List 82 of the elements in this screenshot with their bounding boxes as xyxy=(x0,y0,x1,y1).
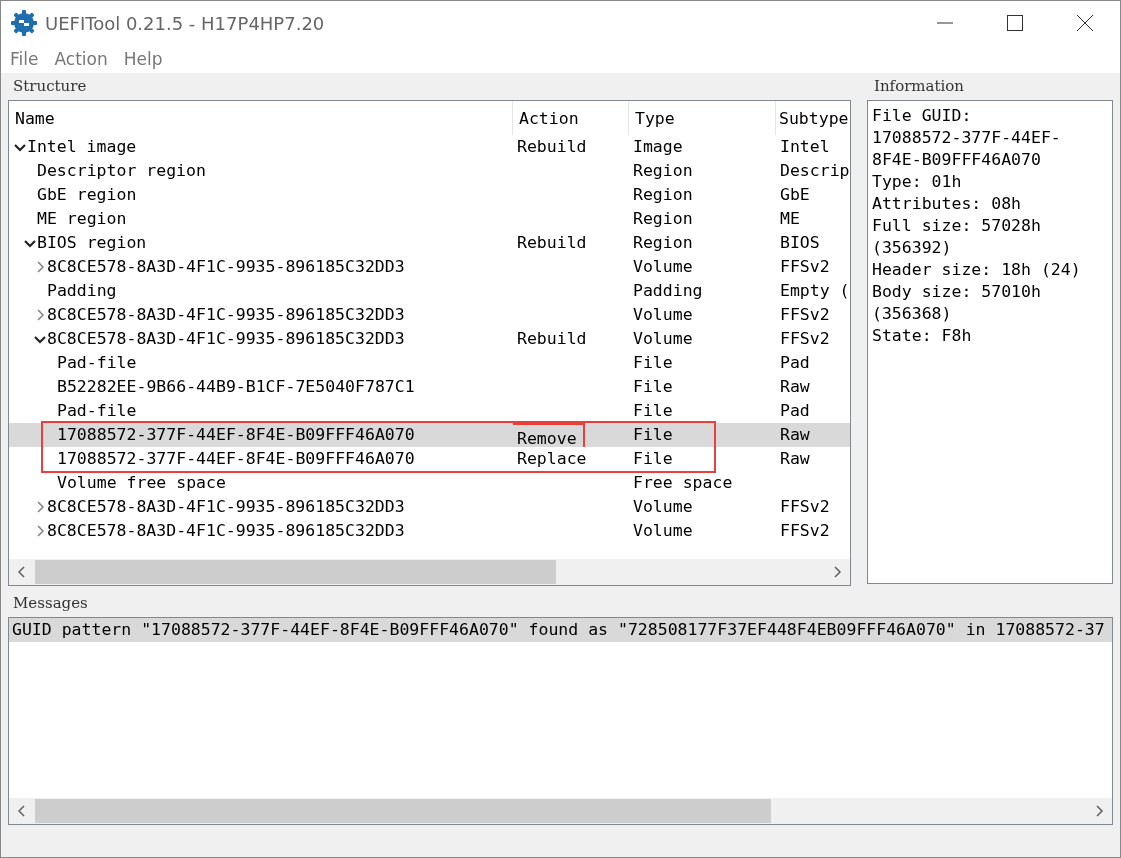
name-cell-text: 8C8CE578-8A3D-4F1C-9935-896185C32DD3 xyxy=(47,328,405,350)
subtype-cell-text: Descrip xyxy=(779,160,850,182)
structure-label: Structure xyxy=(12,77,88,95)
name-cell-text: 8C8CE578-8A3D-4F1C-9935-896185C32DD3 xyxy=(47,256,405,278)
info-text: Type: 01h xyxy=(872,171,963,193)
name-cell-text: 17088572-377F-44EF-8F4E-B09FFF46A070 xyxy=(57,424,415,446)
column-header[interactable]: Subtype xyxy=(776,101,850,135)
close-icon[interactable] xyxy=(1077,15,1093,31)
type-cell-text: Region xyxy=(632,208,694,230)
subtype-cell-text: FFSv2 xyxy=(779,256,831,278)
subtype-cell-text: FFSv2 xyxy=(779,304,831,326)
scrollbar-thumb[interactable] xyxy=(35,560,556,584)
information-label: Information xyxy=(873,77,966,95)
maximize-icon[interactable] xyxy=(1007,15,1023,31)
column-header[interactable]: Action xyxy=(513,101,629,135)
type-cell-text: Volume xyxy=(632,304,694,326)
name-cell-text: Volume free space xyxy=(57,472,226,494)
action-cell: Replace xyxy=(517,449,587,468)
info-text: 17088572-377F-44EF-8F4E-B09FFF46A070 xyxy=(872,127,1062,171)
type-cell-text: File xyxy=(632,424,674,446)
type-cell-text: Image xyxy=(632,136,684,158)
subtype-cell-text: BIOS xyxy=(779,232,821,254)
type-cell-text: Region xyxy=(632,184,694,206)
type-cell-text: File xyxy=(632,400,674,422)
name-cell-text: 8C8CE578-8A3D-4F1C-9935-896185C32DD3 xyxy=(47,304,405,326)
subtype-cell-text: FFSv2 xyxy=(779,496,831,518)
menu-item[interactable]: Help xyxy=(123,49,163,69)
type-cell-text: Volume xyxy=(632,256,694,278)
scrollbar-thumb[interactable] xyxy=(35,799,771,823)
action-cell: Rebuild xyxy=(517,137,587,156)
subtype-cell-text: Intel xyxy=(779,136,831,158)
name-cell-text: Padding xyxy=(47,280,117,302)
action-cell: Rebuild xyxy=(517,329,587,348)
type-cell-text: Free space xyxy=(632,472,734,494)
type-cell-text: Region xyxy=(632,232,694,254)
menu-item[interactable]: Action xyxy=(54,49,108,69)
gear-icon xyxy=(11,10,37,36)
message-row[interactable]: GUID pattern "17088572-377F-44EF-8F4E-B09FFF46A070" found as "728508177F37EF448F4EB09FFF46A070" in 17088572-37 xyxy=(9,618,1112,642)
info-text: Header size: 18h (24) xyxy=(872,259,1082,281)
name-cell-text: Pad-file xyxy=(57,400,137,422)
name-cell-text: BIOS region xyxy=(37,232,147,254)
name-cell-text: GbE region xyxy=(37,184,137,206)
type-cell-text: Region xyxy=(632,160,694,182)
type-cell-text: Volume xyxy=(632,520,694,542)
type-cell-text: Padding xyxy=(632,280,704,302)
messages-label: Messages xyxy=(12,594,89,612)
subtype-cell-text: ME xyxy=(779,208,801,230)
subtype-cell-text: Pad xyxy=(779,352,811,374)
info-text: Body size: 57010h (356368) xyxy=(872,281,1042,325)
subtype-cell-text: GbE xyxy=(779,184,811,206)
window-title: UEFITool 0.21.5 - H17P4HP7.20 xyxy=(45,12,326,34)
subtype-cell-text: Pad xyxy=(779,400,811,422)
column-header[interactable]: Type xyxy=(629,101,776,135)
info-text: State: F8h xyxy=(872,325,973,347)
type-cell-text: Volume xyxy=(632,496,694,518)
info-text: File GUID: xyxy=(872,105,973,127)
name-cell-text: ME region xyxy=(37,208,127,230)
name-cell-text: 8C8CE578-8A3D-4F1C-9935-896185C32DD3 xyxy=(47,520,405,542)
subtype-cell-text: FFSv2 xyxy=(779,328,831,350)
subtype-cell-text: Raw xyxy=(779,448,811,470)
name-cell-text: Descriptor region xyxy=(37,160,206,182)
info-text: Attributes: 08h xyxy=(872,193,1022,215)
type-cell-text: File xyxy=(632,376,674,398)
menu-item[interactable]: File xyxy=(10,49,39,69)
subtype-cell-text: Raw xyxy=(779,376,811,398)
subtype-cell-text: FFSv2 xyxy=(779,520,831,542)
name-cell-text: Intel image xyxy=(27,136,137,158)
name-cell-text: 8C8CE578-8A3D-4F1C-9935-896185C32DD3 xyxy=(47,496,405,518)
name-cell-text: B52282EE-9B66-44B9-B1CF-7E5040F787C1 xyxy=(57,376,415,398)
tree-row[interactable]: 17088572-377F-44EF-8F4E-B09FFF46A070 Replace File Raw xyxy=(9,447,850,471)
tree-row[interactable]: 17088572-377F-44EF-8F4E-B09FFF46A070 Remove File Raw xyxy=(9,423,850,447)
column-header[interactable]: Name xyxy=(9,101,513,135)
type-cell-text: File xyxy=(632,352,674,374)
action-cell: Remove xyxy=(513,423,585,447)
type-cell-text: Volume xyxy=(632,328,694,350)
name-cell-text: Pad-file xyxy=(57,352,137,374)
name-cell-text: 17088572-377F-44EF-8F4E-B09FFF46A070 xyxy=(57,448,415,470)
type-cell-text: File xyxy=(632,448,674,470)
action-cell: Rebuild xyxy=(517,233,587,252)
subtype-cell-text: Empty ( xyxy=(779,280,850,302)
subtype-cell-text: Raw xyxy=(779,424,811,446)
info-text: Full size: 57028h (356392) xyxy=(872,215,1042,259)
